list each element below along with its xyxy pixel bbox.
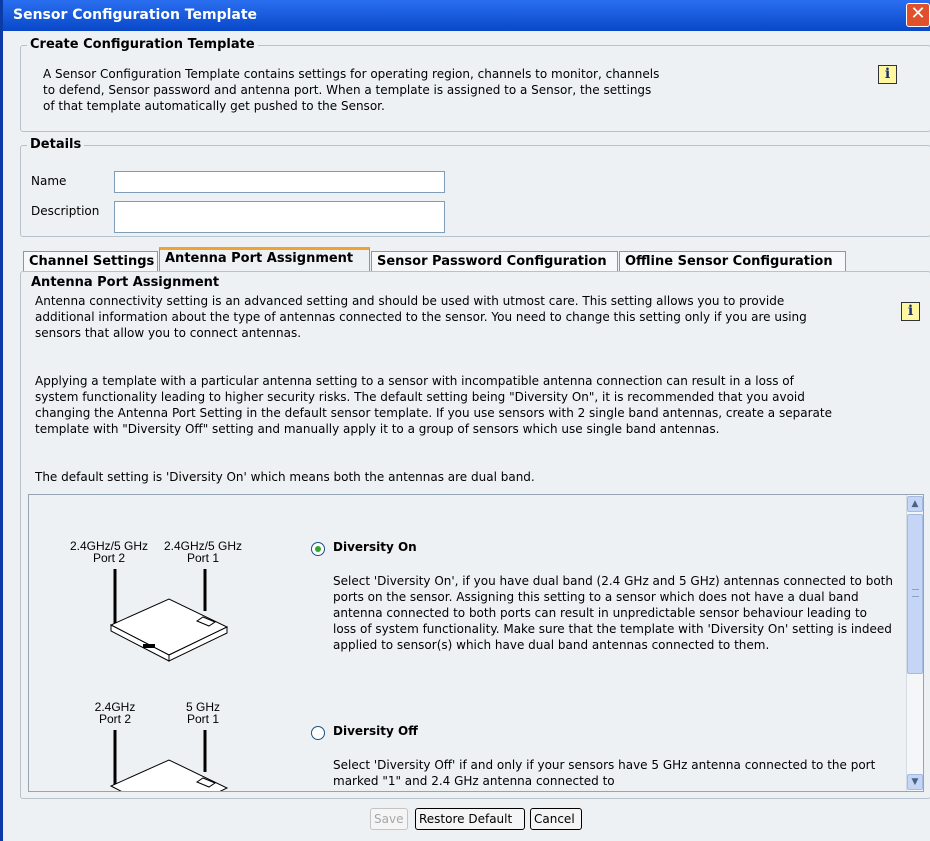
default-note: The default setting is 'Diversity On' wh… [35,470,535,484]
cancel-button[interactable]: Cancel [530,808,582,830]
warning-paragraph: Applying a template with a particular an… [35,374,832,436]
scroll-down-icon[interactable]: ▼ [907,774,923,790]
restore-default-button[interactable]: Restore Default [415,808,525,830]
diversity-on-radio[interactable] [311,542,325,556]
description-input[interactable] [114,201,445,233]
create-template-legend: Create Configuration Template [27,38,258,52]
tab-sensor-password-configuration[interactable]: Sensor Password Configuration [371,251,618,271]
tab-antenna-port-assignment[interactable]: Antenna Port Assignment [159,247,370,271]
details-legend: Details [27,138,85,152]
info-icon[interactable]: i [901,302,920,321]
sensor-diversity-on-icon [109,569,229,662]
diversity-off-title: Diversity Off [333,724,418,738]
panel-title: Antenna Port Assignment [31,275,220,290]
dialog-window: Sensor Configuration Template ✕ Create C… [0,0,930,841]
port2-label: 2.4GHz/5 GHz Port 2 [65,540,153,564]
close-icon[interactable]: ✕ [906,3,930,27]
info-icon[interactable]: i [878,65,897,84]
port2-name: Port 2 [92,551,125,565]
tab-offline-sensor-configuration[interactable]: Offline Sensor Configuration [619,251,846,271]
save-button[interactable]: Save [370,808,408,830]
create-template-section: Create Configuration Template A Sensor C… [20,38,930,132]
port1-name: Port 1 [186,551,219,565]
scroll-thumb[interactable] [907,514,923,674]
antenna-options-box[interactable]: 2.4GHz/5 GHz Port 2 2.4GHz/5 GHz Port 1 … [28,494,924,792]
diversity-off-description: Select 'Diversity Off' if and only if yo… [333,758,876,788]
scroll-grip-icon [912,589,919,597]
antenna-port-panel: Antenna Port Assignment i Antenna connec… [20,271,930,799]
details-section: Details Name Description [20,138,930,237]
scroll-up-icon[interactable]: ▲ [907,496,923,512]
port1-label: 2.4GHz/5 GHz Port 1 [159,540,247,564]
diversity-off-radio[interactable] [311,726,325,740]
port1-name: Port 1 [186,712,219,726]
sensor-diversity-off-icon [109,730,229,791]
port2-label: 2.4GHz Port 2 [85,701,145,725]
title-bar: Sensor Configuration Template [3,0,930,31]
tab-channel-settings[interactable]: Channel Settings [23,251,158,271]
name-label: Name [31,174,67,188]
vertical-scrollbar[interactable]: ▲ ▼ [906,495,923,791]
name-input[interactable] [114,171,445,193]
window-title: Sensor Configuration Template [13,7,258,23]
port2-name: Port 2 [98,712,131,726]
diversity-on-title: Diversity On [333,540,417,554]
port1-label: 5 GHz Port 1 [173,701,233,725]
diversity-on-description: Select 'Diversity On', if you have dual … [333,574,893,652]
intro-paragraph: Antenna connectivity setting is an advan… [35,294,807,340]
description-label: Description [31,204,100,218]
create-template-description: A Sensor Configuration Template contains… [43,67,660,113]
